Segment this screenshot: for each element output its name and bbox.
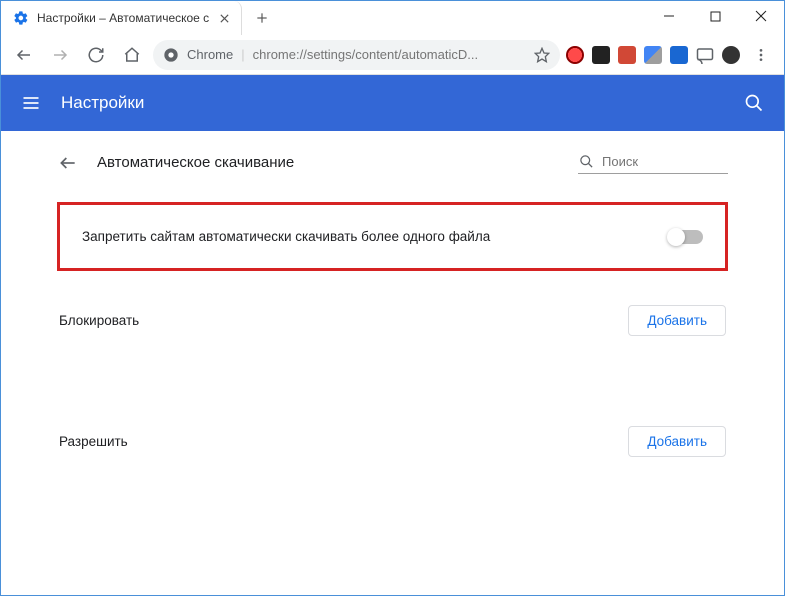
url-scheme-label: Chrome: [187, 47, 233, 62]
toggle-knob: [667, 228, 685, 246]
block-section: Блокировать Добавить: [57, 305, 728, 336]
tab-title: Настройки – Автоматическое с: [37, 11, 209, 25]
page-subheader: Автоматическое скачивание: [57, 151, 728, 174]
add-blocked-button[interactable]: Добавить: [628, 305, 726, 336]
separator: |: [241, 47, 244, 62]
search-icon: [578, 153, 594, 169]
close-icon[interactable]: [217, 11, 231, 25]
maximize-button[interactable]: [692, 1, 738, 31]
close-window-button[interactable]: [738, 1, 784, 31]
auto-download-toggle[interactable]: [669, 230, 703, 244]
settings-content: Автоматическое скачивание Запретить сайт…: [1, 131, 784, 457]
reload-button[interactable]: [81, 40, 111, 70]
back-arrow-icon[interactable]: [57, 152, 79, 174]
browser-tab[interactable]: Настройки – Автоматическое с: [1, 1, 242, 35]
home-button[interactable]: [117, 40, 147, 70]
extension-icons: [566, 46, 740, 64]
menu-icon[interactable]: [19, 91, 43, 115]
nav-back-button[interactable]: [9, 40, 39, 70]
nav-forward-button[interactable]: [45, 40, 75, 70]
search-input[interactable]: [602, 154, 712, 169]
avatar-icon[interactable]: [722, 46, 740, 64]
gear-icon: [13, 10, 29, 26]
extension-icon-4[interactable]: [644, 46, 662, 64]
settings-header: Настройки: [1, 75, 784, 131]
page-title: Автоматическое скачивание: [97, 154, 560, 171]
extension-icon-2[interactable]: [592, 46, 610, 64]
cast-icon[interactable]: [696, 46, 714, 64]
allow-section: Разрешить Добавить: [57, 426, 728, 457]
browser-toolbar: Chrome | chrome://settings/content/autom…: [1, 35, 784, 75]
toggle-label: Запретить сайтам автоматически скачивать…: [82, 229, 669, 244]
page-search[interactable]: [578, 151, 728, 174]
chrome-icon: [163, 47, 179, 63]
settings-title: Настройки: [61, 93, 742, 113]
address-bar[interactable]: Chrome | chrome://settings/content/autom…: [153, 40, 560, 70]
extension-icon-1[interactable]: [566, 46, 584, 64]
extension-icon-5[interactable]: [670, 46, 688, 64]
new-tab-button[interactable]: [248, 4, 276, 32]
window-titlebar: Настройки – Автоматическое с: [1, 1, 784, 35]
browser-menu-button[interactable]: [746, 40, 776, 70]
star-icon[interactable]: [534, 47, 550, 63]
url-text: chrome://settings/content/automaticD...: [253, 47, 526, 62]
window-controls: [646, 1, 784, 31]
main-toggle-row: Запретить сайтам автоматически скачивать…: [57, 202, 728, 271]
block-section-label: Блокировать: [59, 313, 628, 328]
add-allowed-button[interactable]: Добавить: [628, 426, 726, 457]
minimize-button[interactable]: [646, 1, 692, 31]
extension-icon-3[interactable]: [618, 46, 636, 64]
allow-section-label: Разрешить: [59, 434, 628, 449]
search-icon[interactable]: [742, 91, 766, 115]
